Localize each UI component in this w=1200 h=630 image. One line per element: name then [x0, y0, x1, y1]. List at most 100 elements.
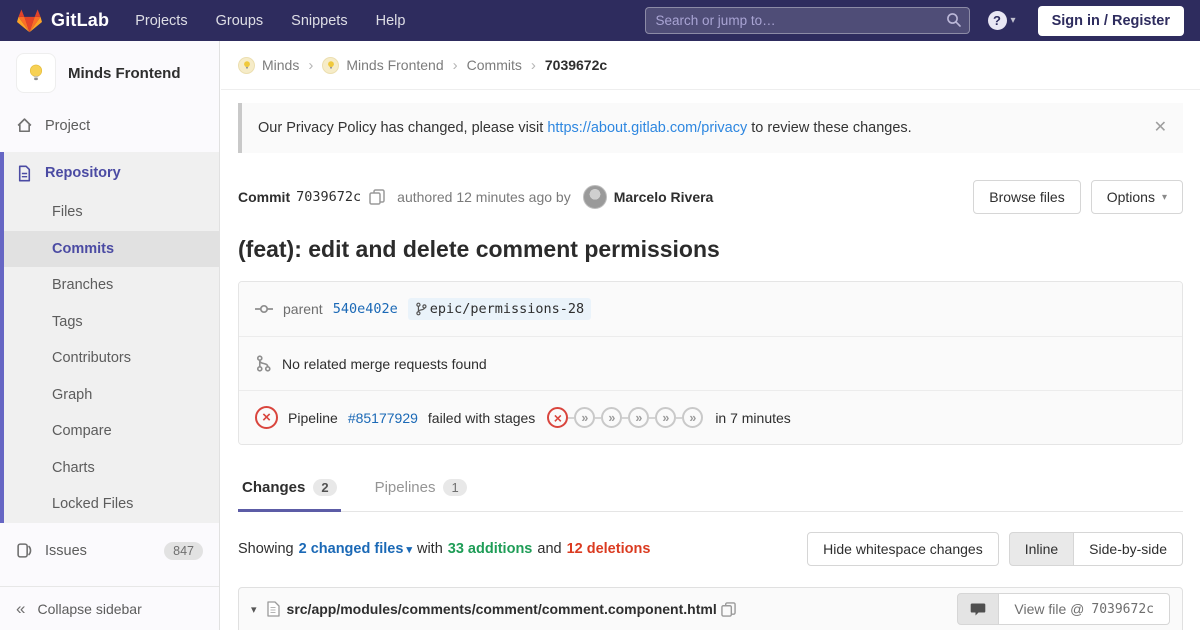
pipeline-stage-skipped-icon[interactable]	[628, 407, 650, 428]
project-sidebar: Minds Frontend Project Repository Files …	[0, 41, 220, 630]
navbar-links: Projects Groups Snippets Help	[135, 13, 405, 29]
pipelines-count-badge: 1	[443, 479, 467, 496]
author-name-link[interactable]: Marcelo Rivera	[614, 189, 714, 205]
diff-summary-text: Showing 2 changed files with 33 addition…	[238, 541, 650, 557]
sidebar-item-charts[interactable]: Charts	[4, 450, 219, 487]
breadcrumb: Minds Minds Frontend Commits 7039672c	[221, 41, 1200, 90]
diff-view-toggle: Inline Side-by-side	[1008, 532, 1183, 566]
options-dropdown-button[interactable]: Options	[1090, 180, 1183, 214]
top-navbar: GitLab Projects Groups Snippets Help Sig…	[0, 0, 1200, 41]
sidebar-item-tags[interactable]: Tags	[4, 304, 219, 341]
comment-bubble-icon	[971, 603, 986, 615]
copy-icon	[720, 601, 736, 617]
pipeline-status-text: failed with stages	[427, 409, 536, 426]
changed-files-dropdown[interactable]: 2 changed files	[299, 541, 412, 557]
project-avatar	[16, 53, 56, 93]
sign-in-register-button[interactable]: Sign in / Register	[1037, 5, 1184, 36]
commit-label: Commit	[238, 189, 291, 205]
banner-text: Our Privacy Policy has changed, please v…	[258, 120, 912, 136]
inline-view-button[interactable]: Inline	[1008, 532, 1075, 566]
sidebar-item-repository[interactable]: Repository	[4, 152, 219, 194]
privacy-policy-link[interactable]: https://about.gitlab.com/privacy	[547, 120, 747, 136]
hide-whitespace-button[interactable]: Hide whitespace changes	[807, 532, 999, 566]
sidebar-item-commits[interactable]: Commits	[4, 230, 219, 267]
sidebar-item-compare[interactable]: Compare	[4, 413, 219, 450]
browse-files-button[interactable]: Browse files	[973, 180, 1081, 214]
commit-title: (feat): edit and delete comment permissi…	[238, 236, 720, 262]
copy-sha-button[interactable]	[369, 189, 391, 205]
global-search	[644, 7, 970, 34]
help-menu[interactable]	[987, 11, 1016, 30]
pipeline-stage-skipped-icon[interactable]	[682, 407, 704, 428]
pipeline-failed-icon[interactable]	[255, 406, 278, 429]
home-icon	[17, 118, 32, 133]
commit-sha: 7039672c	[296, 189, 362, 205]
document-icon	[18, 164, 31, 182]
project-name: Minds Frontend	[68, 64, 181, 82]
breadcrumb-group[interactable]: Minds	[238, 56, 299, 74]
gitlab-brand[interactable]: GitLab	[16, 8, 109, 33]
chevron-down-icon	[1162, 192, 1167, 203]
nav-link-projects[interactable]: Projects	[135, 13, 187, 29]
ref-badge[interactable]: epic/permissions-28	[407, 298, 592, 320]
merge-request-text: No related merge requests found	[282, 355, 487, 372]
toggle-comments-button[interactable]	[957, 593, 1000, 625]
sidebar-section-repository: Repository Files Commits Branches Tags C…	[0, 152, 219, 523]
collapse-file-caret-icon[interactable]	[251, 603, 257, 616]
parent-commit-row: parent 540e402e epic/permissions-28	[239, 282, 1182, 336]
lightbulb-icon	[327, 61, 334, 69]
search-icon	[946, 13, 961, 27]
sidebar-item-project[interactable]: Project	[0, 107, 219, 144]
git-merge-icon	[256, 355, 271, 372]
tab-pipelines[interactable]: Pipelines 1	[371, 467, 471, 512]
issues-icon	[17, 543, 32, 558]
pipeline-stage-skipped-icon[interactable]	[655, 407, 677, 428]
pipeline-stage-skipped-icon[interactable]	[601, 407, 623, 428]
project-avatar-mini	[322, 56, 340, 74]
nav-link-help[interactable]: Help	[376, 13, 406, 29]
author-avatar[interactable]	[582, 185, 607, 209]
main-content: Minds Minds Frontend Commits 7039672c Ou…	[221, 41, 1200, 630]
side-by-side-view-button[interactable]: Side-by-side	[1074, 532, 1183, 566]
sidebar-item-contributors[interactable]: Contributors	[4, 340, 219, 377]
breadcrumb-commits[interactable]: Commits	[467, 57, 522, 73]
changes-count-badge: 2	[313, 479, 337, 496]
diff-file-header: src/app/modules/comments/comment/comment…	[238, 587, 1183, 630]
breadcrumb-project[interactable]: Minds Frontend	[322, 56, 444, 74]
project-context[interactable]: Minds Frontend	[0, 41, 219, 107]
chevron-separator-icon	[308, 57, 313, 74]
nav-link-snippets[interactable]: Snippets	[291, 13, 347, 29]
copy-file-path-button[interactable]	[720, 601, 742, 617]
chevron-down-icon	[1011, 15, 1016, 26]
privacy-policy-banner: Our Privacy Policy has changed, please v…	[238, 103, 1183, 153]
collapse-sidebar-button[interactable]: Collapse sidebar	[0, 586, 219, 630]
sidebar-item-issues[interactable]: Issues 847	[0, 529, 219, 573]
sidebar-item-graph[interactable]: Graph	[4, 377, 219, 414]
sidebar-item-branches[interactable]: Branches	[4, 267, 219, 304]
lightbulb-icon	[243, 61, 250, 69]
brand-wordmark: GitLab	[51, 10, 110, 30]
view-file-button[interactable]: View file @ 7039672c	[999, 593, 1170, 625]
parent-label: parent	[283, 301, 323, 317]
additions-count: 33 additions	[447, 541, 533, 557]
sidebar-item-locked-files[interactable]: Locked Files	[4, 486, 219, 523]
parent-sha-link[interactable]: 540e402e	[333, 301, 398, 317]
copy-icon	[369, 189, 385, 205]
file-path-link[interactable]: src/app/modules/comments/comment/comment…	[287, 601, 717, 617]
nav-link-groups[interactable]: Groups	[216, 13, 264, 29]
group-avatar	[238, 56, 255, 74]
chevron-separator-icon	[531, 57, 536, 74]
authored-text: authored 12 minutes ago by	[397, 189, 571, 205]
pipeline-stage-failed-icon[interactable]	[547, 407, 569, 428]
deletions-count: 12 deletions	[566, 541, 651, 557]
commit-tabs: Changes 2 Pipelines 1	[238, 467, 1183, 512]
pipeline-stage-skipped-icon[interactable]	[574, 407, 596, 428]
search-input[interactable]	[644, 7, 970, 34]
pipeline-id-link[interactable]: #85177929	[348, 410, 418, 426]
sidebar-item-files[interactable]: Files	[4, 194, 219, 231]
collapse-chevrons-icon	[16, 600, 25, 617]
tab-changes[interactable]: Changes 2	[238, 467, 341, 512]
banner-close-icon[interactable]	[1154, 120, 1167, 136]
pipeline-duration: in 7 minutes	[715, 409, 791, 426]
lightbulb-icon	[29, 64, 43, 81]
